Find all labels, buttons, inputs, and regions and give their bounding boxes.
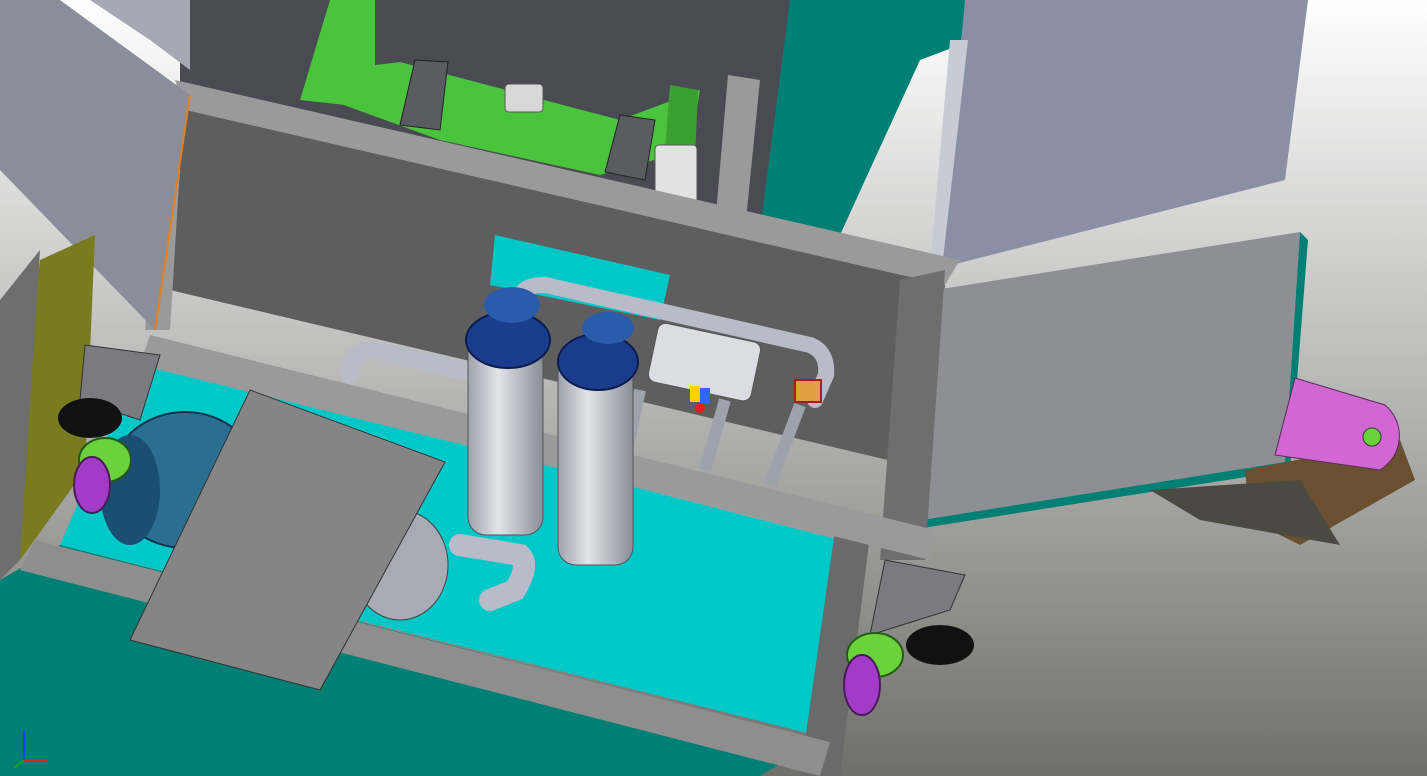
valve-indicator-blue xyxy=(700,388,710,404)
axis-triad-icon xyxy=(13,730,48,769)
chain-end-hole xyxy=(1362,427,1382,447)
cad-model-scene[interactable] xyxy=(0,0,1427,776)
leveling-foot-left xyxy=(58,398,122,438)
caster-wheel-right xyxy=(843,654,881,716)
cad-viewport[interactable] xyxy=(0,0,1427,776)
leveling-foot-right xyxy=(906,625,974,665)
pipe-fitting-red xyxy=(794,379,822,403)
filter-cap-right-top xyxy=(582,312,634,344)
caster-wheel-left xyxy=(73,456,111,514)
valve-indicator-red xyxy=(695,403,705,413)
valve-indicator-yellow xyxy=(690,386,700,402)
bottle-cap xyxy=(504,83,544,113)
filter-cap-left-top xyxy=(484,287,540,323)
axis-z-line xyxy=(13,759,25,769)
